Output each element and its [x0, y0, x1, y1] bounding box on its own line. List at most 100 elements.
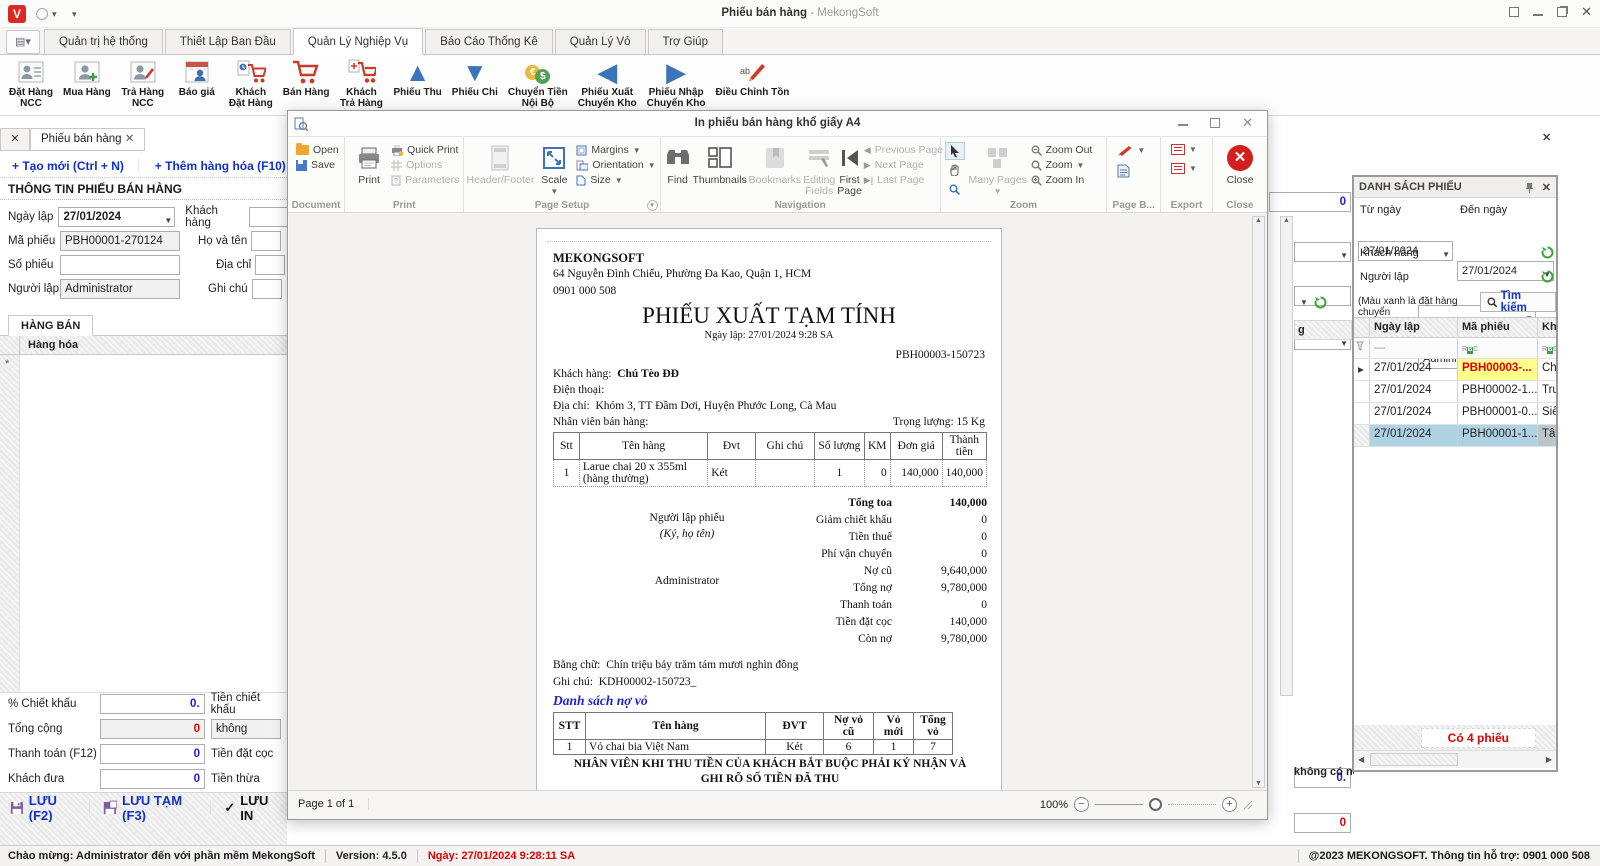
btn-phieu-nhap-chuyen-kho[interactable]: ▶ Phiếu Nhập Chuyển Kho [642, 57, 711, 114]
filter-row[interactable]: — RBC RBC [1354, 339, 1556, 359]
pin-window-button[interactable] [1509, 7, 1519, 17]
list-row[interactable]: 27/01/2024 PBH00002-1... Tru [1354, 381, 1556, 403]
btn-ban-hang[interactable]: Bán Hàng [278, 57, 335, 114]
to-date-picker[interactable]: 27/01/2024▼ [1457, 261, 1554, 281]
page-color-button[interactable] [1117, 164, 1145, 178]
options-button[interactable]: Options [391, 159, 459, 171]
so-phieu-field[interactable] [60, 255, 180, 275]
items-grid-body[interactable]: * [0, 355, 287, 693]
col-khach-hang[interactable]: Khá [1538, 318, 1556, 337]
ho-ten-field[interactable] [251, 231, 281, 251]
export-pdf-button[interactable]: ▼ [1171, 144, 1197, 155]
editing-fields-button[interactable]: Editing Fields [803, 141, 835, 198]
close-preview-button[interactable]: ✕ Close [1217, 141, 1263, 198]
btn-khach-tra-hang[interactable]: Khách Trả Hàng [334, 57, 388, 114]
list-row[interactable]: 27/01/2024 PBH00001-0... Siêu [1354, 403, 1556, 425]
btn-dat-hang-ncc[interactable]: Đặt Hàng NCC [4, 57, 58, 114]
bookmarks-button[interactable]: Bookmarks [749, 141, 802, 198]
tab-thiet-lap-ban-dau[interactable]: Thiết Lập Ban Đầu [165, 29, 291, 54]
save-temp-button[interactable]: LƯU TẠM (F3) [93, 793, 207, 823]
chiet-khau-field[interactable]: 0. [100, 694, 205, 714]
btn-phieu-thu[interactable]: ▲ Phiếu Thu [388, 57, 446, 114]
close-button[interactable]: ✕ [1581, 7, 1592, 17]
tabgroup-close-icon[interactable]: ✕ [1542, 131, 1551, 144]
btn-mua-hang[interactable]: Mua Hàng [58, 57, 116, 114]
size-button[interactable]: Size▼ [576, 174, 655, 186]
list-row-selected[interactable]: 27/01/2024 PBH00001-1... Tân [1354, 425, 1556, 447]
ghi-chu-field[interactable] [252, 279, 282, 299]
ngay-lap-picker[interactable]: 27/01/2024▼ [58, 207, 175, 227]
btn-phieu-chi[interactable]: ▼ Phiếu Chi [447, 57, 503, 114]
vertical-scrollbar[interactable]: ▲ [1280, 216, 1293, 696]
zoom-out-button[interactable]: Zoom Out [1031, 144, 1093, 156]
magnifier-tool-button[interactable] [945, 180, 965, 198]
refresh-icon[interactable] [1541, 270, 1554, 283]
col-ngay-lap[interactable]: Ngày lập [1370, 318, 1458, 337]
group-collapse-icon[interactable]: ▾ [647, 200, 658, 211]
header-footer-button[interactable]: Header/Footer [468, 141, 532, 198]
tab-close-icon[interactable]: ✕ [125, 133, 135, 145]
maximize-button[interactable] [1557, 7, 1567, 17]
preview-area[interactable]: MEKONGSOFT 64 Nguyễn Đình Chiểu, Phường … [289, 214, 1267, 791]
zoom-slider-knob[interactable] [1149, 798, 1162, 811]
chevron-down-icon[interactable]: ▼ [164, 212, 172, 230]
save-print-checkbox[interactable]: ✓LƯU IN [214, 793, 287, 823]
find-button[interactable]: Find [665, 141, 691, 198]
btn-tra-hang-ncc[interactable]: Trả Hàng NCC [116, 57, 170, 114]
btn-phieu-xuat-chuyen-kho[interactable]: ◀ Phiếu Xuất Chuyển Kho [573, 57, 642, 114]
clipped-combo[interactable]: ▼ [1294, 242, 1351, 262]
create-new-link[interactable]: + Tạo mới (Ctrl + N) [0, 159, 136, 173]
next-page-button[interactable]: ▶Next Page [864, 159, 943, 171]
doc-tab-phieu-ban-hang[interactable]: Phiếu bán hàng ✕ [30, 128, 145, 151]
list-row[interactable]: ▸ 27/01/2024 PBH00003-... Chú [1354, 359, 1556, 381]
pointer-tool-button[interactable] [945, 142, 965, 160]
zoom-slider[interactable]: 100% − + [1040, 797, 1253, 812]
clipped-refresh-row[interactable]: ▼ [1300, 296, 1352, 309]
btn-chuyen-tien-noi-bo[interactable]: €$ Chuyển Tiền Nội Bộ [503, 57, 573, 114]
many-pages-button[interactable]: Many Pages ▼ [967, 141, 1029, 198]
dialog-maximize-button[interactable] [1210, 118, 1220, 128]
tab-hang-ban[interactable]: HÀNG BÁN [8, 315, 93, 336]
btn-bao-gia[interactable]: Báo giá [170, 57, 224, 114]
save-button[interactable]: LƯU (F2) [0, 793, 87, 823]
btn-khach-dat-hang[interactable]: Khách Đặt Hàng [224, 57, 278, 114]
col-ma-phieu[interactable]: Mã phiếu [1458, 318, 1538, 337]
refresh-icon[interactable] [1541, 246, 1554, 259]
print-button[interactable]: Print [349, 141, 389, 198]
col-hang-hoa[interactable]: Hàng hóa [20, 336, 86, 354]
preview-vscrollbar[interactable]: ▲ ▼ [1252, 216, 1265, 788]
send-pdf-button[interactable]: ▼ [1171, 163, 1197, 174]
khach-dua-field[interactable]: 0 [100, 769, 205, 789]
save-document-button[interactable]: Save [296, 159, 339, 171]
khach-hang-combo[interactable] [249, 207, 288, 227]
close-all-tabs-button[interactable]: ✕ [0, 128, 30, 151]
dialog-titlebar[interactable]: In phiếu bán hàng khổ giấy A4 ✕ [288, 111, 1267, 137]
thanh-toan-field[interactable]: 0 [100, 744, 205, 764]
btn-dieu-chinh-ton[interactable]: ab Điều Chỉnh Tồn [711, 57, 795, 114]
parameters-button[interactable]: ?Parameters [391, 174, 459, 186]
add-item-link[interactable]: + Thêm hàng hóa (F10) [143, 159, 298, 173]
thumbnails-button[interactable]: Thumbnails [693, 141, 747, 198]
zoom-out-icon[interactable]: − [1074, 797, 1089, 812]
scrollbar-thumb[interactable] [1370, 753, 1458, 766]
panel-close-icon[interactable]: ✕ [1542, 181, 1551, 194]
tab-bao-cao-thong-ke[interactable]: Báo Cáo Thống Kê [425, 29, 553, 54]
resize-grip-icon[interactable] [1243, 800, 1253, 810]
first-page-button[interactable]: First Page [837, 141, 862, 198]
watermark-button[interactable]: ▼ [1117, 144, 1145, 156]
tab-tro-giup[interactable]: Trợ Giúp [648, 29, 723, 54]
margins-button[interactable]: Margins▼ [576, 144, 655, 156]
pin-icon[interactable] [1525, 182, 1534, 193]
tab-quan-tri-he-thong[interactable]: Quản trị hệ thống [44, 29, 163, 54]
horizontal-scrollbar[interactable]: ◀ ▶ [1354, 750, 1556, 768]
search-button[interactable]: Tìm kiếm [1480, 292, 1556, 312]
dia-chi-field[interactable] [255, 255, 285, 275]
dialog-close-button[interactable]: ✕ [1242, 118, 1253, 128]
tab-quan-ly-nghiep-vu[interactable]: Quản Lý Nghiệp Vụ [293, 28, 423, 55]
last-page-button[interactable]: ▶|Last Page [864, 174, 943, 186]
zoom-in-button[interactable]: Zoom In [1031, 174, 1093, 186]
orientation-button[interactable]: Orientation▼ [576, 159, 655, 171]
dialog-minimize-button[interactable] [1178, 124, 1188, 126]
scale-button[interactable]: Scale ▼ [534, 141, 574, 198]
minimize-button[interactable] [1533, 14, 1543, 16]
